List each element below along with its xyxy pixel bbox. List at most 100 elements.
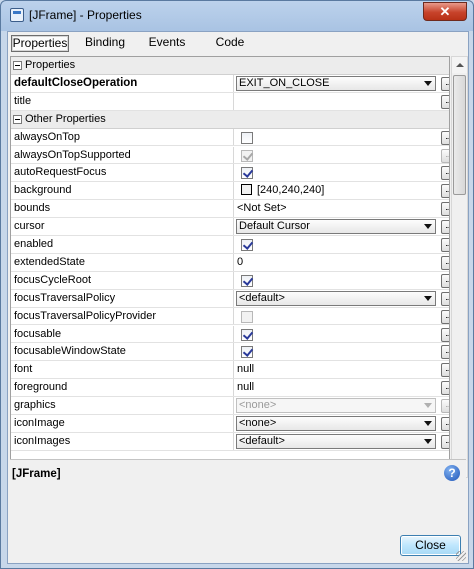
value-checkbox[interactable] xyxy=(241,346,253,359)
property-row[interactable]: bounds <Not Set>... xyxy=(11,200,449,219)
ellipsis-icon[interactable]: ... xyxy=(441,130,449,145)
ellipsis-icon[interactable]: ... xyxy=(441,381,449,396)
property-value[interactable]: <default> xyxy=(235,433,437,450)
property-name: alwaysOnTop xyxy=(11,128,234,146)
property-value[interactable] xyxy=(235,343,437,360)
tab-events[interactable]: Events xyxy=(144,35,190,52)
property-row[interactable]: autoRequestFocus... xyxy=(11,164,449,183)
property-name: iconImage xyxy=(11,415,234,432)
chevron-down-icon[interactable] xyxy=(424,403,432,409)
property-row[interactable]: foreground null... xyxy=(11,379,449,398)
ellipsis-icon: ... xyxy=(441,399,449,414)
close-button[interactable]: Close xyxy=(400,535,461,556)
property-row[interactable]: background [240,240,240]... xyxy=(11,182,449,201)
chevron-down-icon[interactable] xyxy=(424,295,432,301)
value-dropdown[interactable]: <default> xyxy=(236,290,436,306)
property-row[interactable]: title... xyxy=(11,92,449,111)
property-value[interactable]: null xyxy=(235,379,437,396)
property-row[interactable]: focusable... xyxy=(11,325,449,344)
property-scrollbar[interactable] xyxy=(451,56,468,478)
ellipsis-icon[interactable]: ... xyxy=(441,363,449,378)
property-row[interactable]: focusableWindowState... xyxy=(11,343,449,362)
property-value[interactable]: EXIT_ON_CLOSE xyxy=(235,75,437,92)
chevron-down-icon[interactable] xyxy=(424,438,432,444)
category-row[interactable]: Properties xyxy=(11,57,449,75)
value-dropdown[interactable]: Default Cursor xyxy=(236,219,436,235)
property-row[interactable]: alwaysOnTopSupported... xyxy=(11,146,449,165)
title-bar[interactable]: [JFrame] - Properties ✕ xyxy=(1,1,473,31)
resize-grip[interactable] xyxy=(456,551,466,561)
property-row[interactable]: iconImage <none>... xyxy=(11,415,449,433)
property-name: font xyxy=(11,361,234,379)
property-value[interactable]: <none> xyxy=(235,415,437,432)
value-dropdown[interactable]: <default> xyxy=(236,433,436,449)
ellipsis-icon[interactable]: ... xyxy=(441,202,449,217)
ellipsis-icon[interactable]: ... xyxy=(441,345,449,360)
dropdown-selected-value: EXIT_ON_CLOSE xyxy=(239,76,330,89)
property-value[interactable]: <Not Set> xyxy=(235,200,437,217)
description-panel: [JFrame] ? xyxy=(10,459,466,560)
value-text: 0 xyxy=(237,255,244,268)
ellipsis-icon[interactable]: ... xyxy=(441,417,449,431)
category-label: Other Properties xyxy=(25,112,106,125)
window-close-icon[interactable]: ✕ xyxy=(423,2,467,21)
ellipsis-icon[interactable]: ... xyxy=(441,255,449,270)
ellipsis-icon[interactable]: ... xyxy=(441,76,449,91)
property-name: background xyxy=(11,182,234,200)
property-row[interactable]: graphics <none>... xyxy=(11,397,449,415)
value-checkbox[interactable] xyxy=(241,274,253,287)
property-row[interactable]: enabled... xyxy=(11,236,449,254)
ellipsis-icon[interactable]: ... xyxy=(441,94,449,109)
tab-code[interactable]: Code xyxy=(210,35,250,52)
property-value[interactable]: null xyxy=(235,361,437,378)
property-row[interactable]: font null... xyxy=(11,361,449,380)
property-row[interactable]: defaultCloseOperation EXIT_ON_CLOSE... xyxy=(11,74,449,93)
ellipsis-icon[interactable]: ... xyxy=(441,291,449,306)
property-value[interactable] xyxy=(235,272,437,289)
scroll-up-arrow-icon[interactable] xyxy=(452,57,467,73)
value-checkbox[interactable] xyxy=(241,131,253,144)
ellipsis-icon[interactable]: ... xyxy=(441,273,449,288)
chevron-down-icon[interactable] xyxy=(424,80,432,86)
value-text: null xyxy=(237,381,255,394)
value-checkbox[interactable] xyxy=(241,328,253,341)
property-value[interactable] xyxy=(235,236,437,253)
value-dropdown[interactable]: EXIT_ON_CLOSE xyxy=(236,75,436,91)
property-name: title xyxy=(11,92,234,110)
ellipsis-icon[interactable]: ... xyxy=(441,238,449,252)
property-value[interactable]: [240,240,240] xyxy=(235,182,437,199)
value-dropdown[interactable]: <none> xyxy=(236,416,436,431)
value-checkbox[interactable] xyxy=(241,167,253,180)
ellipsis-icon[interactable]: ... xyxy=(441,309,449,324)
property-row[interactable]: cursor Default Cursor... xyxy=(11,218,449,236)
window-icon xyxy=(10,8,24,22)
property-row[interactable]: extendedState 0... xyxy=(11,253,449,272)
property-value[interactable] xyxy=(235,326,437,343)
category-row[interactable]: Other Properties xyxy=(11,110,449,129)
property-row[interactable]: focusCycleRoot... xyxy=(11,271,449,290)
ellipsis-icon[interactable]: ... xyxy=(441,434,449,449)
value-checkbox[interactable] xyxy=(241,239,253,251)
property-row[interactable]: alwaysOnTop... xyxy=(11,128,449,147)
property-row[interactable]: iconImages <default>... xyxy=(11,432,449,451)
property-value[interactable] xyxy=(235,129,437,146)
ellipsis-icon[interactable]: ... xyxy=(441,327,449,342)
property-value[interactable]: 0 xyxy=(235,254,437,271)
property-value[interactable]: Default Cursor xyxy=(235,218,437,235)
property-value[interactable] xyxy=(235,93,437,110)
chevron-down-icon[interactable] xyxy=(424,224,432,230)
ellipsis-icon[interactable]: ... xyxy=(441,166,449,181)
property-value[interactable] xyxy=(235,164,437,181)
ellipsis-icon[interactable]: ... xyxy=(441,220,449,235)
chevron-down-icon[interactable] xyxy=(424,421,432,426)
property-row[interactable]: focusTraversalPolicyProvider... xyxy=(11,307,449,326)
ellipsis-icon[interactable]: ... xyxy=(441,184,449,199)
property-row[interactable]: focusTraversalPolicy <default>... xyxy=(11,289,449,308)
window-title: [JFrame] - Properties xyxy=(29,8,142,22)
description-title: [JFrame] xyxy=(12,468,61,480)
scroll-thumb[interactable] xyxy=(453,75,466,195)
property-value[interactable]: <default> xyxy=(235,290,437,307)
tab-binding[interactable]: Binding xyxy=(80,35,130,52)
help-icon[interactable]: ? xyxy=(444,465,460,481)
tab-properties[interactable]: Properties xyxy=(11,35,69,52)
